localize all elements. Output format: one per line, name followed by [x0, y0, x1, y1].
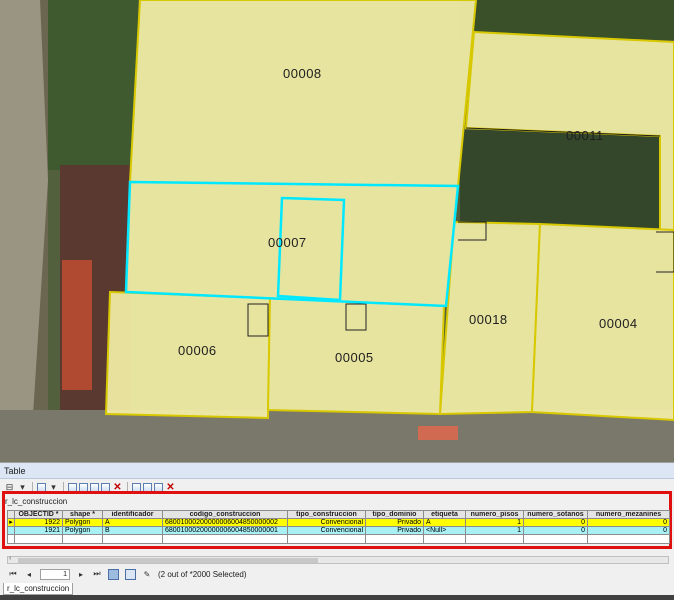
column-header[interactable]: shape *: [62, 510, 103, 519]
column-header[interactable]: numero_pisos: [465, 510, 524, 519]
table-cell[interactable]: 68001000200000006004850000002: [162, 518, 288, 527]
table-cell[interactable]: 0: [523, 518, 588, 527]
table-cell[interactable]: 68001000200000006004850000001: [162, 526, 288, 535]
table-cell[interactable]: Convencional: [287, 526, 366, 535]
column-header[interactable]: tipo_dominio: [365, 510, 424, 519]
table-cell: [465, 534, 524, 544]
first-record-icon[interactable]: ⏮: [8, 569, 18, 579]
map-view[interactable]: 00008 00011 00007 00018 00004 00006 0000…: [0, 0, 674, 462]
parcel-label-00011: 00011: [566, 128, 604, 143]
next-record-icon[interactable]: ▸: [76, 570, 86, 579]
table-cell[interactable]: Polygon: [62, 518, 103, 527]
row-header-corner: [7, 510, 15, 519]
record-navigation-bar: ⏮ ◂ 1 ▸ ⏭ ✎ (2 out of *2000 Selected): [0, 566, 674, 582]
table-cell: [102, 534, 163, 544]
parcel-label-00004: 00004: [599, 316, 638, 331]
row-selector: [7, 534, 15, 544]
table-cell[interactable]: Polygon: [62, 526, 103, 535]
attribute-grid: OBJECTID * shape * identificador codigo_…: [7, 510, 670, 544]
table-cell[interactable]: 1: [465, 518, 524, 527]
column-header[interactable]: numero_mezanines: [587, 510, 670, 519]
scrollbar-thumb[interactable]: [18, 558, 318, 563]
table-cell: [423, 534, 466, 544]
table-cell[interactable]: 0: [523, 526, 588, 535]
show-all-records-icon[interactable]: [108, 568, 119, 580]
table-cell[interactable]: Privado: [365, 526, 424, 535]
current-record-field[interactable]: 1: [40, 568, 70, 580]
table-cell: [287, 534, 366, 544]
column-header[interactable]: numero_sotanos: [523, 510, 588, 519]
previous-record-icon[interactable]: ◂: [24, 570, 34, 579]
table-tab-r-lc-construccion[interactable]: r_lc_construccion: [3, 583, 74, 595]
table-cell: [162, 534, 288, 544]
table-cell[interactable]: A: [423, 518, 466, 527]
table-cell: [62, 534, 103, 544]
table-cell[interactable]: Convencional: [287, 518, 366, 527]
map-canvas[interactable]: [0, 0, 674, 462]
parcel-label-00007: 00007: [268, 235, 307, 250]
table-window-title: Table: [0, 463, 674, 479]
scroll-left-icon[interactable]: ‹: [9, 555, 11, 562]
pencil-icon: ✎: [143, 569, 151, 579]
grid-header-row: OBJECTID * shape * identificador codigo_…: [7, 510, 670, 519]
table-cell[interactable]: Privado: [365, 518, 424, 527]
column-header[interactable]: codigo_construccion: [162, 510, 288, 519]
table-cell[interactable]: 1921: [14, 526, 63, 535]
column-header[interactable]: etiqueta: [423, 510, 466, 519]
table-cell[interactable]: B: [102, 526, 163, 535]
table-cell[interactable]: <Null>: [423, 526, 466, 535]
show-selected-records-icon[interactable]: [125, 568, 136, 580]
row-selector[interactable]: [7, 526, 15, 535]
parcel-label-00018: 00018: [469, 312, 508, 327]
table-cell: [587, 534, 670, 544]
row-selector[interactable]: ▸: [7, 518, 15, 527]
table-cell[interactable]: 0: [587, 518, 670, 527]
table-cell: [14, 534, 63, 544]
column-header[interactable]: tipo_construccion: [287, 510, 366, 519]
table-cell: [365, 534, 424, 544]
parcel-00008: [128, 0, 478, 188]
status-strip: [0, 595, 674, 600]
selection-count-text: (2 out of *2000 Selected): [158, 569, 247, 579]
empty-row: [7, 534, 670, 544]
table-cell: [523, 534, 588, 544]
table-row[interactable]: 1921 Polygon B 6800100020000000600485000…: [7, 526, 670, 535]
last-record-icon[interactable]: ⏭: [92, 569, 102, 579]
table-cell[interactable]: A: [102, 518, 163, 527]
column-header[interactable]: OBJECTID *: [14, 510, 63, 519]
table-row[interactable]: ▸ 1922 Polygon A 68001000200000006004850…: [7, 518, 670, 527]
table-cell[interactable]: 0: [587, 526, 670, 535]
horizontal-scrollbar[interactable]: ‹: [7, 555, 669, 564]
table-cell[interactable]: 1: [465, 526, 524, 535]
parcel-label-00005: 00005: [335, 350, 374, 365]
parcel-label-00008: 00008: [283, 66, 322, 81]
table-cell[interactable]: 1922: [14, 518, 63, 527]
column-header[interactable]: identificador: [102, 510, 163, 519]
parcel-label-00006: 00006: [178, 343, 217, 358]
